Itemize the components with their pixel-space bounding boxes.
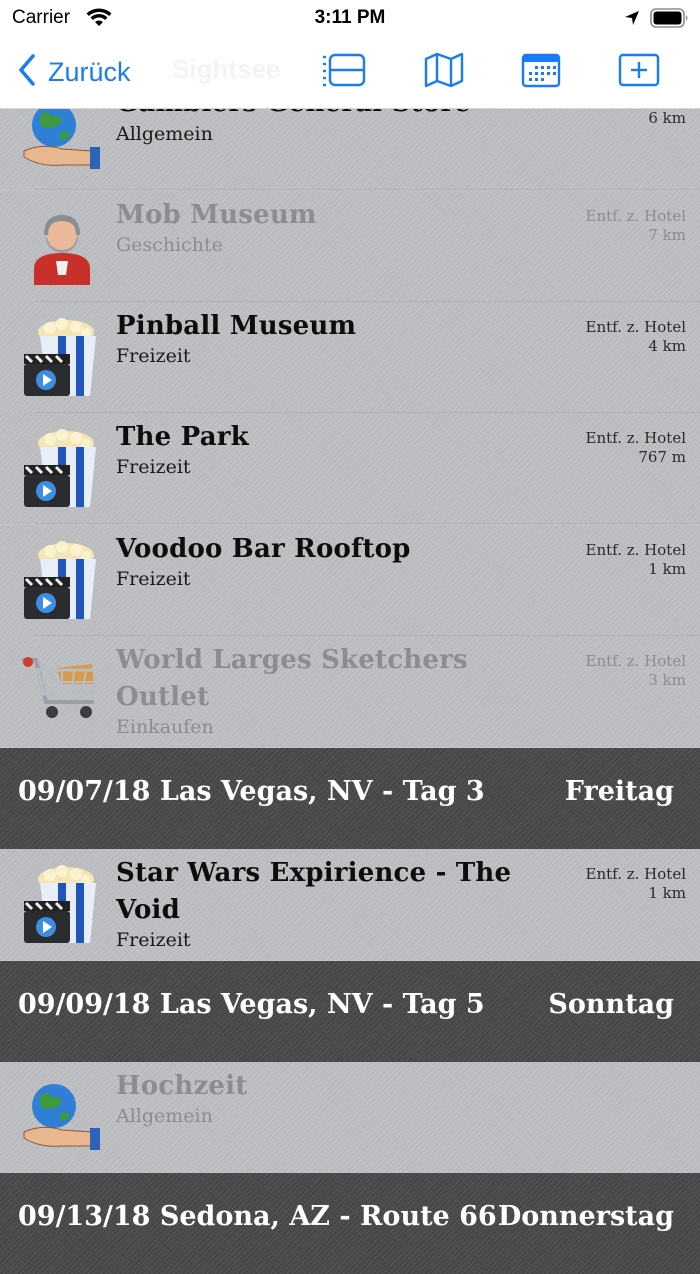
row-category: Freizeit — [116, 456, 191, 478]
plus-icon — [617, 52, 661, 92]
row-title: Pinball Museum — [116, 311, 357, 341]
section-header-day: Donnerstag — [497, 1201, 674, 1232]
row-separator — [35, 189, 700, 190]
section-header: 09/09/18 Las Vegas, NV - Tag 5 Sonntag — [0, 961, 700, 1062]
row-title: World Larges Sketchers Outlet — [116, 645, 468, 712]
row-distance-label: Entf. z. Hotel — [585, 652, 686, 670]
row-distance: 3 km — [648, 671, 686, 689]
row-distance-label: Entf. z. Hotel — [585, 207, 686, 225]
row-distance: 1 km — [648, 884, 686, 902]
section-header: 09/07/18 Las Vegas, NV - Tag 3 Freitag — [0, 748, 700, 849]
row-title: The Park — [116, 422, 249, 452]
row-distance-label: Entf. z. Hotel — [585, 541, 686, 559]
list-item[interactable]: Star Wars Expirience - The Void Freizeit… — [0, 849, 700, 960]
clock: 3:11 PM — [314, 7, 386, 28]
row-distance: 767 m — [638, 448, 686, 466]
row-title: Hochzeit — [116, 1071, 248, 1101]
nav-title: Sightsee — [172, 54, 281, 84]
row-separator — [35, 523, 700, 524]
row-category: Freizeit — [116, 345, 191, 367]
section-header-day: Freitag — [564, 776, 674, 807]
row-category: Allgemein — [116, 123, 213, 145]
back-button[interactable]: Zurück — [18, 52, 131, 92]
calendar-button[interactable] — [517, 52, 565, 92]
section-header: 09/13/18 Sedona, AZ - Route 66 Donnersta… — [0, 1173, 700, 1274]
row-distance-label: Entf. z. Hotel — [585, 429, 686, 447]
knight-icon — [22, 205, 102, 285]
popcorn-icon — [22, 429, 102, 509]
list-icon — [321, 52, 367, 92]
navigation-bar: Zurück Sightsee — [0, 38, 700, 109]
section-header-title: 09/13/18 Sedona, AZ - Route 66 — [18, 1201, 497, 1232]
row-title: Star Wars Expirience - The Void — [116, 858, 512, 925]
row-category: Einkaufen — [116, 716, 214, 738]
row-distance-label: Entf. z. Hotel — [585, 318, 686, 336]
row-category: Freizeit — [116, 568, 191, 590]
list-item[interactable]: Pinball Museum Freizeit Entf. z. Hotel 4… — [0, 302, 700, 413]
row-distance: 6 km — [648, 109, 686, 127]
sight-list: Gamblers General Store Allgemein 6 km Mo… — [0, 0, 700, 1274]
section-header-day: Sonntag — [548, 989, 674, 1020]
row-title: Mob Museum — [116, 200, 317, 230]
list-item[interactable]: Mob Museum Geschichte Entf. z. Hotel 7 k… — [0, 191, 700, 302]
row-category: Allgemein — [116, 1105, 213, 1127]
popcorn-icon — [22, 865, 102, 945]
globe-hand-icon — [22, 1076, 102, 1156]
map-button[interactable] — [420, 52, 468, 92]
section-header-title: 09/09/18 Las Vegas, NV - Tag 5 — [18, 989, 485, 1020]
calendar-icon — [521, 52, 561, 92]
list-item[interactable]: World Larges Sketchers Outlet Einkaufen … — [0, 636, 700, 747]
chevron-left-icon — [18, 54, 36, 90]
row-title: Voodoo Bar Rooftop — [116, 534, 411, 564]
row-distance: 7 km — [648, 226, 686, 244]
row-category: Freizeit — [116, 929, 191, 951]
battery-icon — [650, 8, 690, 33]
section-header-title: 09/07/18 Las Vegas, NV - Tag 3 — [18, 776, 485, 807]
popcorn-icon — [22, 318, 102, 398]
status-bar: Carrier 3:11 PM — [0, 0, 700, 38]
back-button-label: Zurück — [48, 56, 131, 87]
shopping-cart-icon — [22, 654, 102, 734]
map-icon — [424, 52, 464, 92]
list-item[interactable]: Voodoo Bar Rooftop Freizeit Entf. z. Hot… — [0, 525, 700, 636]
row-distance-label: Entf. z. Hotel — [585, 865, 686, 883]
list-item[interactable]: Hochzeit Allgemein — [0, 1062, 700, 1173]
list-item[interactable]: The Park Freizeit Entf. z. Hotel 767 m — [0, 413, 700, 524]
popcorn-icon — [22, 541, 102, 621]
location-arrow-icon — [624, 10, 640, 31]
add-button[interactable] — [615, 52, 663, 92]
row-distance: 4 km — [648, 337, 686, 355]
row-category: Geschichte — [116, 234, 223, 256]
row-distance: 1 km — [648, 560, 686, 578]
list-view-button[interactable] — [320, 52, 368, 92]
